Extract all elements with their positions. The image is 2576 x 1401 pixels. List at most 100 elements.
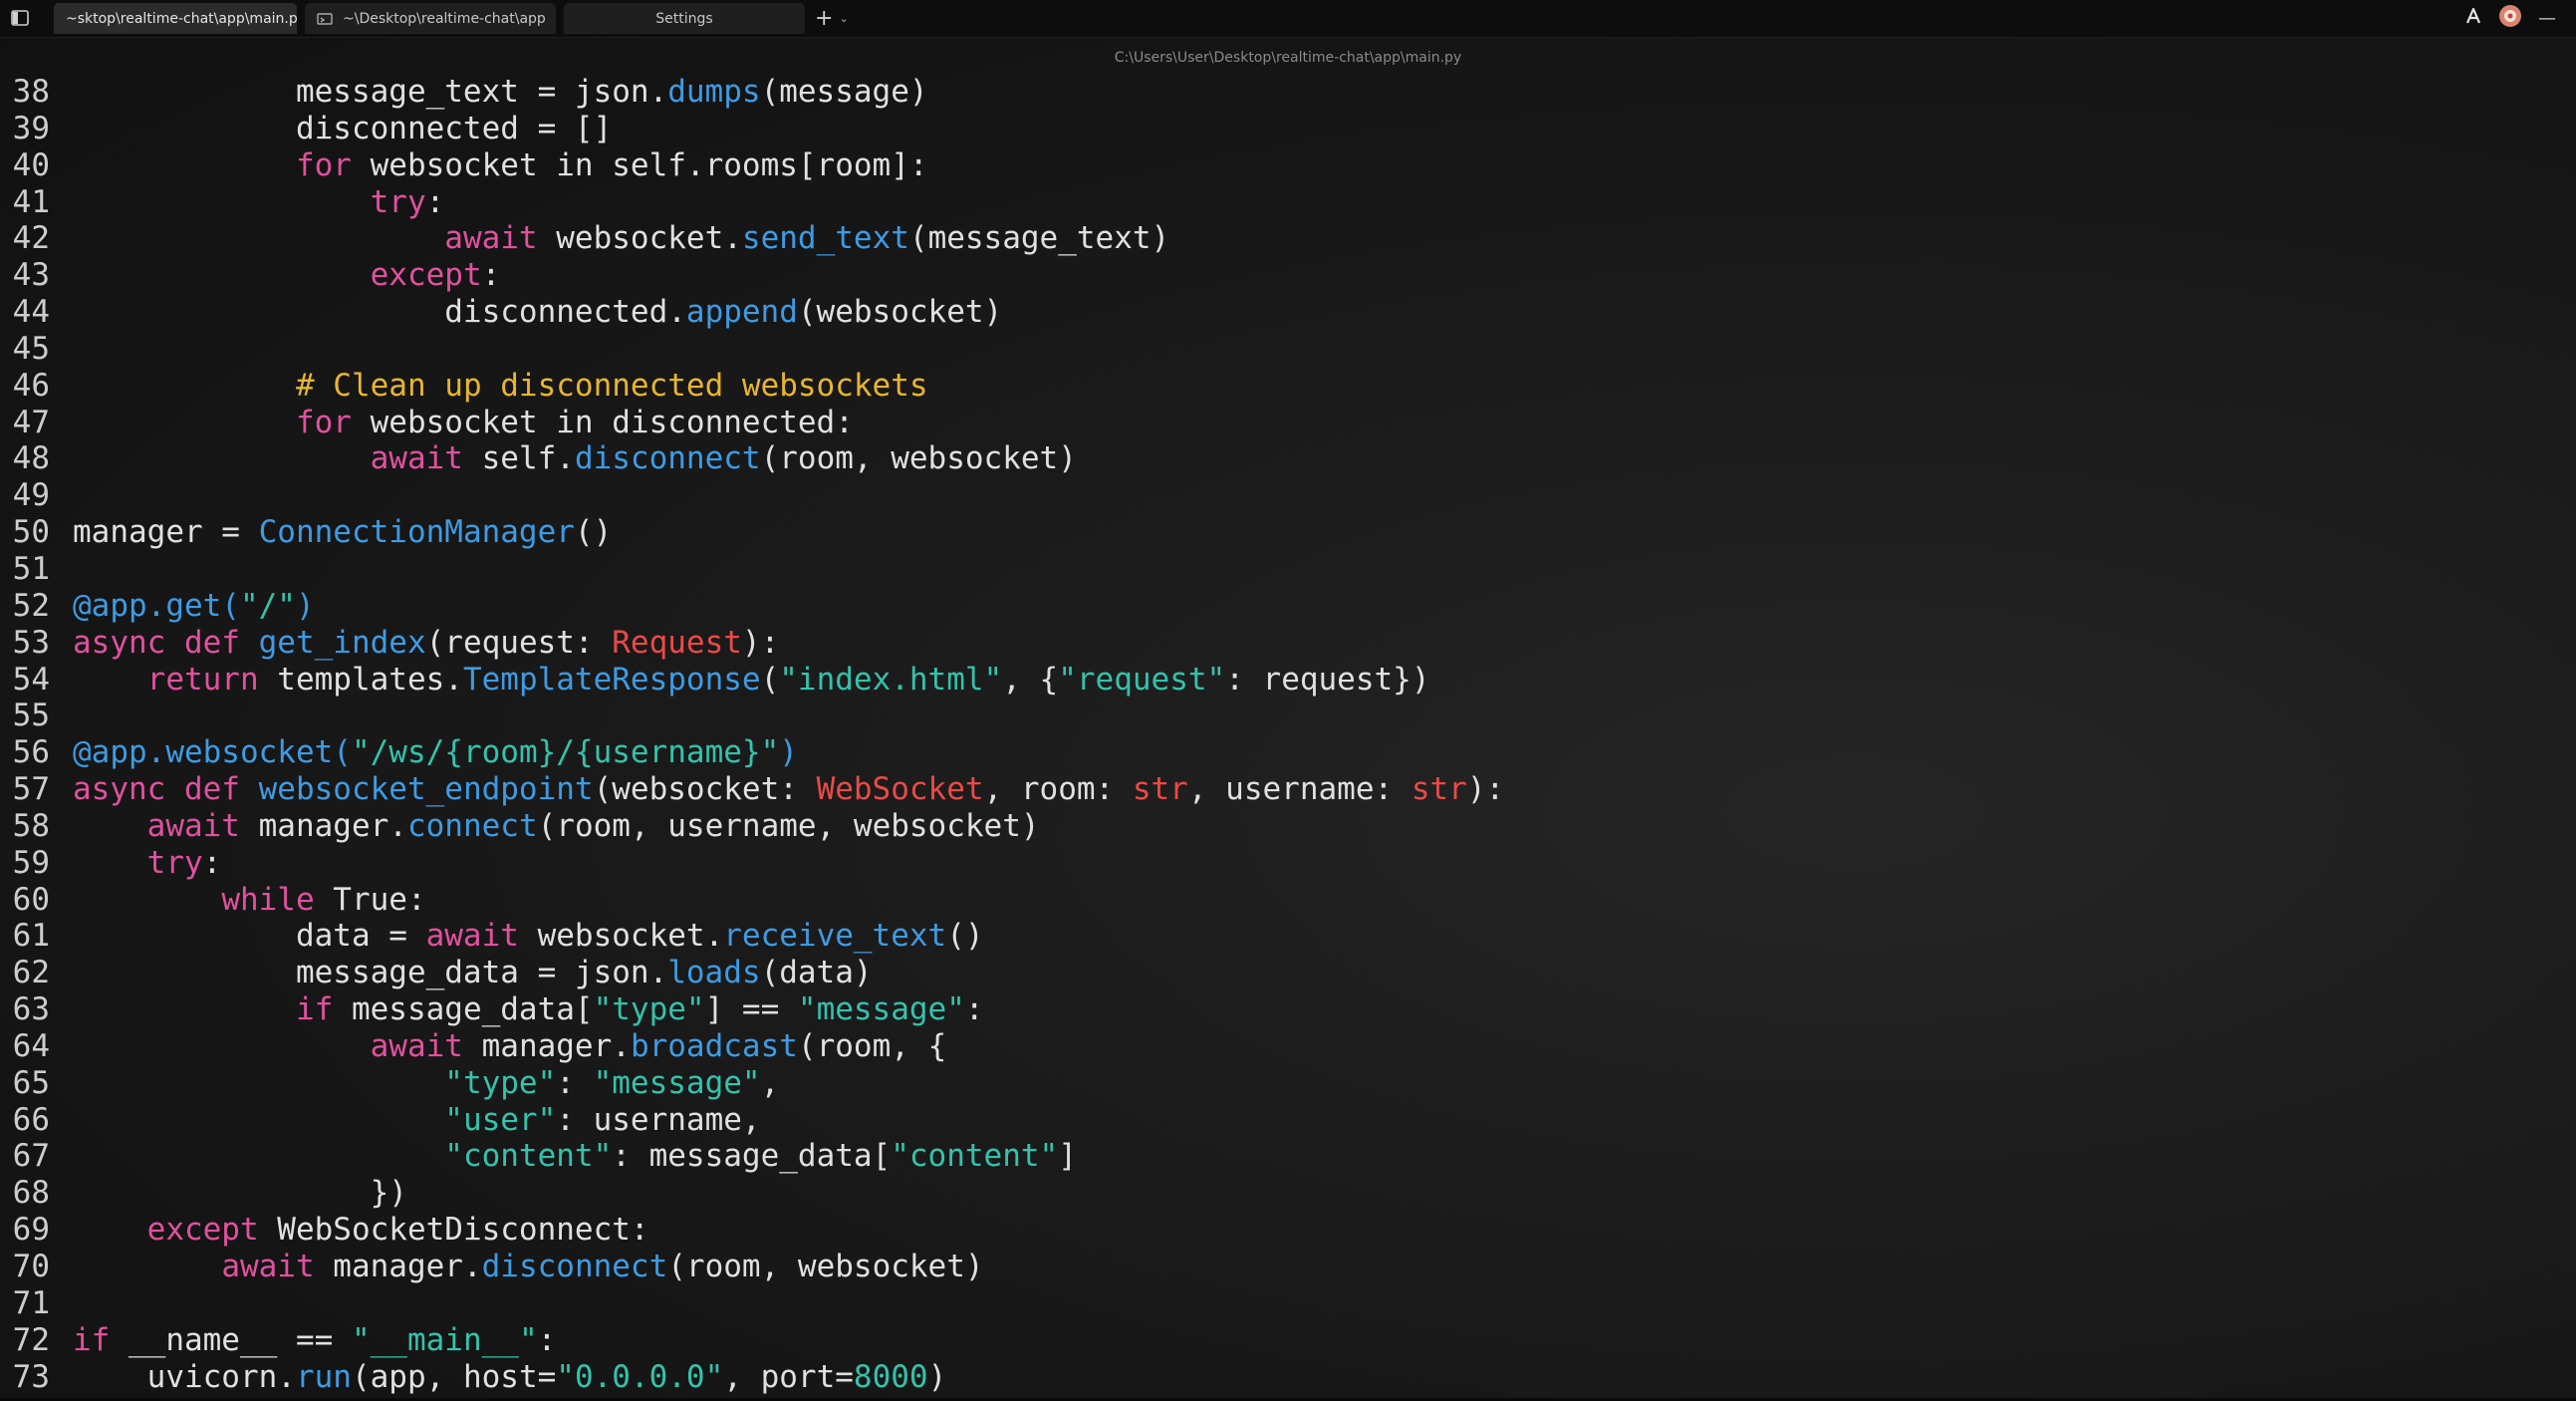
- tab-label: Settings: [655, 10, 713, 27]
- profile-badge-icon[interactable]: [2498, 4, 2522, 32]
- code-token: uvicorn.: [73, 1358, 296, 1395]
- code-line[interactable]: 70 await manager.disconnect(room, websoc…: [0, 1249, 2576, 1285]
- code-line[interactable]: 64 await manager.broadcast(room, {: [0, 1028, 2576, 1065]
- code-token: await: [221, 1249, 315, 1284]
- code-token: ):: [1466, 771, 1505, 808]
- code-line[interactable]: 40 for websocket in self.rooms[room]:: [0, 147, 2576, 184]
- line-source: while True:: [73, 882, 425, 919]
- code-line[interactable]: 65 "type": "message",: [0, 1065, 2576, 1102]
- code-line[interactable]: 57 async def websocket_endpoint(websocket…: [0, 771, 2576, 808]
- code-token: TemplateResponse: [462, 661, 761, 698]
- code-token: (room, websocket): [667, 1249, 984, 1284]
- code-line[interactable]: 52 @app.get("/"): [0, 588, 2576, 625]
- code-line[interactable]: 50 manager = ConnectionManager(): [0, 514, 2576, 551]
- line-number: 41: [12, 183, 50, 220]
- code-line[interactable]: 38 message_text = json.dumps(message): [0, 74, 2576, 111]
- code-line[interactable]: 66 "user": username,: [0, 1102, 2576, 1139]
- code-token: ConnectionManager: [258, 514, 575, 551]
- new-tab-button[interactable]: + ⌄: [815, 6, 849, 31]
- code-token: message_text = json.: [73, 74, 668, 110]
- code-line[interactable]: 56 @app.websocket("/ws/{room}/{username}"…: [0, 734, 2576, 771]
- code-line[interactable]: 43 except:: [0, 257, 2576, 294]
- line-source: message_data = json.loads(data): [73, 955, 873, 991]
- code-line[interactable]: 44 disconnected.append(websocket): [0, 294, 2576, 331]
- line-source: "user": username,: [73, 1102, 760, 1139]
- code-line[interactable]: 47 for websocket in disconnected:: [0, 405, 2576, 441]
- line-number: 39: [12, 110, 50, 146]
- line-number: 70: [12, 1249, 50, 1284]
- line-number: 63: [12, 991, 50, 1028]
- code-line[interactable]: 46 # Clean up disconnected websockets: [0, 368, 2576, 405]
- code-token: await: [370, 1027, 463, 1064]
- code-token: disconnected = []: [73, 110, 613, 146]
- code-line[interactable]: 54 return templates.TemplateResponse("in…: [0, 662, 2576, 699]
- code-line[interactable]: 60 while True:: [0, 882, 2576, 919]
- code-line[interactable]: 58 await manager.connect(room, username,…: [0, 808, 2576, 845]
- tab-settings[interactable]: Settings: [564, 3, 805, 34]
- code-line[interactable]: 71: [0, 1285, 2576, 1322]
- line-source: async def websocket_endpoint(websocket: …: [73, 771, 1504, 808]
- code-token: data =: [73, 918, 426, 955]
- code-line[interactable]: 55: [0, 698, 2576, 734]
- code-line[interactable]: 41 try:: [0, 184, 2576, 221]
- code-line[interactable]: 67 "content": message_data["content"]: [0, 1138, 2576, 1175]
- code-token: run: [295, 1358, 352, 1395]
- line-source: @app.get("/"): [73, 588, 315, 625]
- code-token: ):: [741, 624, 780, 661]
- code-line[interactable]: 42 await websocket.send_text(message_tex…: [0, 220, 2576, 257]
- code-token: , {: [1002, 661, 1059, 698]
- code-line[interactable]: 51: [0, 551, 2576, 588]
- account-icon[interactable]: [2464, 7, 2482, 29]
- line-source: disconnected = []: [73, 111, 612, 147]
- line-number: 55: [12, 698, 50, 734]
- code-line[interactable]: 39 disconnected = []: [0, 111, 2576, 147]
- sidebar-toggle-icon[interactable]: [10, 8, 30, 28]
- code-line[interactable]: 73 uvicorn.run(app, host="0.0.0.0", port…: [0, 1359, 2576, 1396]
- code-line[interactable]: 61 data = await websocket.receive_text(): [0, 918, 2576, 955]
- line-number: 38: [12, 74, 50, 110]
- code-token: broadcast: [630, 1027, 798, 1064]
- plus-icon[interactable]: +: [815, 6, 833, 31]
- tab-app-folder[interactable]: ~\Desktop\realtime-chat\app: [305, 3, 556, 34]
- code-line[interactable]: 45: [0, 331, 2576, 368]
- line-source: manager = ConnectionManager(): [73, 514, 612, 551]
- code-line[interactable]: 59 try:: [0, 845, 2576, 882]
- code-token: self.: [462, 440, 575, 477]
- folder-icon: [317, 12, 333, 26]
- code-token: dumps: [667, 74, 761, 110]
- code-token: try: [146, 844, 203, 881]
- code-line[interactable]: 69 except WebSocketDisconnect:: [0, 1212, 2576, 1249]
- minimize-button[interactable]: —: [2538, 8, 2556, 29]
- tab-main-py[interactable]: ~sktop\realtime-chat\app\main.py: [54, 3, 297, 34]
- line-source: async def get_index(request: Request):: [73, 625, 779, 662]
- chevron-down-icon[interactable]: ⌄: [839, 12, 848, 25]
- code-token: manager.: [462, 1027, 631, 1064]
- line-number: 46: [12, 367, 50, 404]
- code-line[interactable]: 68 }): [0, 1175, 2576, 1212]
- line-number: 53: [12, 624, 50, 661]
- code-line[interactable]: 62 message_data = json.loads(data): [0, 955, 2576, 991]
- code-line[interactable]: 63 if message_data["type"] == "message":: [0, 991, 2576, 1028]
- code-line[interactable]: 72 if __name__ == "__main__":: [0, 1322, 2576, 1359]
- code-token: :: [425, 183, 445, 220]
- line-number: 48: [12, 440, 50, 477]
- line-number: 68: [12, 1175, 50, 1212]
- code-token: await: [146, 807, 240, 844]
- code-token: "__main__": [351, 1321, 538, 1358]
- code-token: disconnected.: [73, 294, 686, 331]
- code-line[interactable]: 53 async def get_index(request: Request):: [0, 625, 2576, 662]
- code-token: ]: [1058, 1138, 1077, 1175]
- window-controls: —: [2464, 5, 2556, 31]
- code-line[interactable]: 49: [0, 477, 2576, 514]
- code-token: (): [946, 918, 984, 955]
- code-line[interactable]: 48 await self.disconnect(room, websocket…: [0, 440, 2576, 477]
- code-editor[interactable]: 38 message_text = json.dumps(message) 39 …: [0, 74, 2576, 1401]
- code-token: "/": [239, 587, 296, 624]
- line-source: try:: [73, 844, 222, 882]
- code-token: :: [202, 844, 222, 881]
